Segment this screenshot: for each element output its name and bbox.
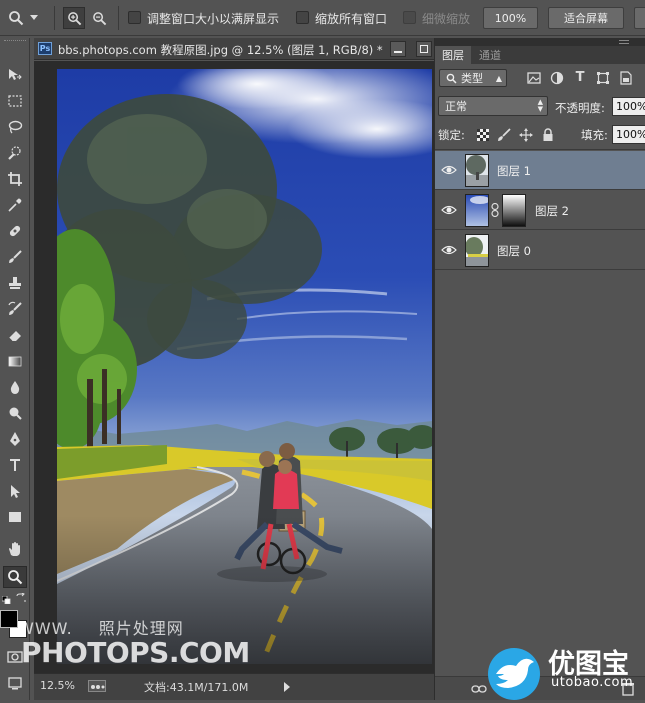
quick-select-icon[interactable]	[3, 142, 27, 164]
layer-row[interactable]: 图层 0	[435, 231, 645, 270]
utobao-logo-url: utobao.com	[551, 675, 634, 690]
layer-filter-value: 类型	[461, 72, 483, 85]
toolbox-grip[interactable]	[4, 40, 26, 44]
layer-mask-thumbnail[interactable]	[502, 194, 526, 227]
status-info-icon[interactable]	[88, 680, 106, 692]
divider	[54, 6, 55, 30]
layer-filter-select[interactable]: 类型 ▲	[439, 69, 507, 87]
eraser-icon[interactable]	[3, 324, 27, 346]
document-tab[interactable]: Ps bbs.photops.com 教程原图.jpg @ 12.5% (图层 …	[34, 38, 434, 60]
photoshop-document-icon: Ps	[38, 42, 52, 55]
zoom-all-windows-label: 缩放所有窗口	[315, 12, 388, 26]
actual-pixels-button[interactable]: 100%	[483, 7, 538, 29]
toolbox	[0, 38, 30, 700]
lock-transparent-icon[interactable]	[476, 128, 490, 142]
eye-icon[interactable]	[441, 243, 457, 257]
shape-filter-icon[interactable]	[596, 71, 610, 85]
eyedropper-icon[interactable]	[3, 194, 27, 216]
minimize-icon[interactable]	[390, 41, 406, 57]
divider	[435, 149, 645, 150]
tab-channels[interactable]: 通道	[473, 46, 507, 64]
status-menu-arrow-icon[interactable]	[284, 682, 290, 692]
panel-tabs: 图层 通道	[435, 46, 645, 64]
tab-layers[interactable]: 图层	[435, 46, 471, 64]
document-title: bbs.photops.com 教程原图.jpg @ 12.5% (图层 1, …	[58, 43, 383, 57]
lock-icon[interactable]	[541, 128, 555, 142]
brush-icon[interactable]	[3, 246, 27, 268]
type-filter-icon[interactable]: T	[573, 71, 587, 85]
blend-mode-value: 正常	[445, 100, 467, 113]
layer-row[interactable]: 图层 2	[435, 191, 645, 230]
hand-icon[interactable]	[3, 538, 27, 560]
blur-icon[interactable]	[3, 376, 27, 398]
image-filter-icon[interactable]	[527, 71, 541, 85]
crop-icon[interactable]	[3, 168, 27, 190]
lock-pixels-icon[interactable]	[497, 128, 511, 142]
fill-screen-button[interactable]	[634, 7, 645, 29]
link-layers-icon[interactable]	[471, 682, 487, 696]
layer-name: 图层 1	[497, 164, 531, 178]
status-bar: 12.5% 文档:43.1M/171.0M	[34, 673, 434, 700]
opacity-input[interactable]: 100%	[612, 97, 645, 116]
stamp-icon[interactable]	[3, 272, 27, 294]
layers-panel: 图层 通道 类型 ▲ T 正常 ▲ ▼ 不透明度: 100% 锁定: 填充: 10…	[434, 38, 645, 700]
canvas-photo[interactable]	[57, 69, 432, 664]
chevron-updown-icon: ▲ ▼	[537, 98, 543, 113]
zoom-in-icon[interactable]	[63, 7, 85, 29]
adjustment-filter-icon[interactable]	[550, 71, 564, 85]
blend-mode-select[interactable]: 正常 ▲ ▼	[438, 96, 548, 116]
pen-icon[interactable]	[3, 428, 27, 450]
document-size: 文档:43.1M/171.0M	[144, 681, 249, 694]
history-brush-icon[interactable]	[3, 298, 27, 320]
default-colors-icon[interactable]	[1, 593, 11, 605]
zoom-all-windows-checkbox[interactable]	[296, 11, 309, 24]
foreground-color-swatch[interactable]	[0, 610, 18, 628]
utobao-bird-logo	[486, 644, 542, 700]
panel-header-strip	[435, 38, 645, 46]
opacity-label: 不透明度:	[555, 101, 605, 115]
layer-thumbnail	[465, 154, 489, 187]
resize-windows-label: 调整窗口大小以满屏显示	[147, 12, 280, 26]
scrubby-zoom-label: 细微缩放	[422, 12, 471, 26]
move-icon[interactable]	[3, 64, 27, 86]
smart-object-filter-icon[interactable]	[619, 71, 633, 85]
eye-icon[interactable]	[441, 163, 457, 177]
watermark-line2: PHOTOPS.COM	[21, 636, 250, 669]
divider	[118, 6, 119, 30]
type-icon[interactable]	[3, 454, 27, 476]
healing-icon[interactable]	[3, 220, 27, 242]
lock-label: 锁定:	[438, 128, 465, 142]
link-icon[interactable]	[491, 202, 499, 218]
restore-icon[interactable]	[416, 41, 432, 57]
layer-thumbnail	[465, 194, 489, 227]
options-bar: 调整窗口大小以满屏显示 缩放所有窗口 细微缩放 100% 适合屏幕	[0, 0, 645, 36]
fit-screen-button[interactable]: 适合屏幕	[548, 7, 624, 29]
layer-row[interactable]: 图层 1	[435, 151, 645, 190]
panel-menu-icon[interactable]	[619, 40, 629, 44]
swap-colors-icon[interactable]	[16, 592, 26, 602]
zoom-level[interactable]: 12.5%	[40, 679, 75, 692]
eye-icon[interactable]	[441, 203, 457, 217]
scrubby-zoom-checkbox[interactable]	[403, 11, 416, 24]
search-icon	[446, 73, 457, 84]
lasso-icon[interactable]	[3, 116, 27, 138]
gradient-icon[interactable]	[3, 350, 27, 372]
resize-windows-checkbox[interactable]	[128, 11, 141, 24]
fill-input[interactable]: 100%	[612, 125, 645, 144]
zoom-tool-icon[interactable]	[3, 566, 27, 588]
layer-name: 图层 0	[497, 244, 531, 258]
screen-mode-icon[interactable]	[3, 672, 27, 694]
zoom-tool-preset-icon[interactable]	[8, 8, 42, 28]
layer-name: 图层 2	[535, 204, 569, 218]
zoom-out-icon[interactable]	[88, 7, 110, 29]
fill-label: 填充:	[581, 128, 608, 142]
dodge-icon[interactable]	[3, 402, 27, 424]
lock-position-icon[interactable]	[519, 128, 533, 142]
shape-icon[interactable]	[3, 506, 27, 528]
path-select-icon[interactable]	[3, 480, 27, 502]
layer-thumbnail	[465, 234, 489, 267]
marquee-icon[interactable]	[3, 90, 27, 112]
